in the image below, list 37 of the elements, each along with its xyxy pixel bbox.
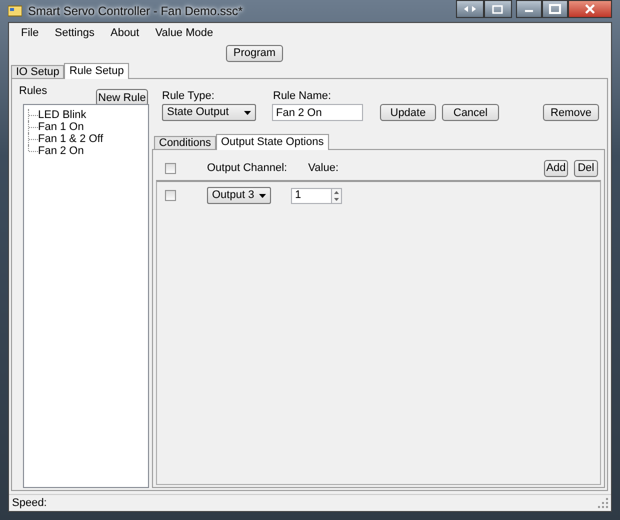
program-button[interactable]: Program bbox=[226, 44, 283, 62]
app-icon bbox=[8, 5, 22, 17]
form-button[interactable]: Update bbox=[380, 104, 436, 121]
minimize-icon[interactable] bbox=[516, 0, 542, 18]
tab[interactable]: Output State Options bbox=[216, 134, 329, 150]
window-title: Smart Servo Controller - Fan Demo.ssc* bbox=[28, 3, 243, 20]
form-button[interactable]: Cancel bbox=[442, 104, 499, 121]
caret-icon bbox=[244, 110, 251, 114]
tab[interactable]: Conditions bbox=[154, 136, 216, 149]
maximize-icon[interactable] bbox=[542, 0, 568, 18]
select-all-checkbox[interactable] bbox=[165, 162, 176, 174]
close-icon[interactable] bbox=[568, 0, 612, 18]
menu-item[interactable]: Settings bbox=[46, 24, 102, 42]
resize-grip-icon bbox=[598, 498, 608, 508]
menu-item[interactable]: About bbox=[102, 24, 148, 42]
spin-buttons[interactable] bbox=[331, 188, 342, 204]
rules-label: Rules bbox=[19, 84, 48, 99]
tab[interactable]: Rule Setup bbox=[64, 63, 129, 79]
value-label: Value: bbox=[308, 160, 338, 176]
value-field[interactable]: 1 bbox=[291, 188, 331, 204]
caret-icon bbox=[259, 194, 266, 198]
rule-name-field[interactable]: Fan 2 On bbox=[272, 104, 363, 121]
row-button[interactable]: Add bbox=[544, 160, 568, 176]
speed-label: Speed: bbox=[12, 496, 47, 511]
rule-type-label: Rule Type: bbox=[162, 88, 216, 104]
output-channel-label: Output Channel: bbox=[207, 160, 288, 176]
restore-icon[interactable] bbox=[484, 0, 512, 18]
row-checkbox[interactable] bbox=[165, 190, 176, 201]
menu-item[interactable]: Value Mode bbox=[147, 24, 222, 42]
row-button[interactable]: Del bbox=[574, 160, 598, 176]
menu-item[interactable]: File bbox=[13, 24, 47, 42]
switch-icon[interactable] bbox=[456, 0, 484, 18]
rule-type-dropdown[interactable]: State Output bbox=[162, 104, 256, 121]
tab[interactable]: IO Setup bbox=[11, 65, 64, 78]
rule-name-label: Rule Name: bbox=[273, 88, 332, 104]
form-button[interactable]: Remove bbox=[543, 104, 599, 121]
channel-dropdown[interactable]: Output 3 bbox=[207, 187, 271, 204]
